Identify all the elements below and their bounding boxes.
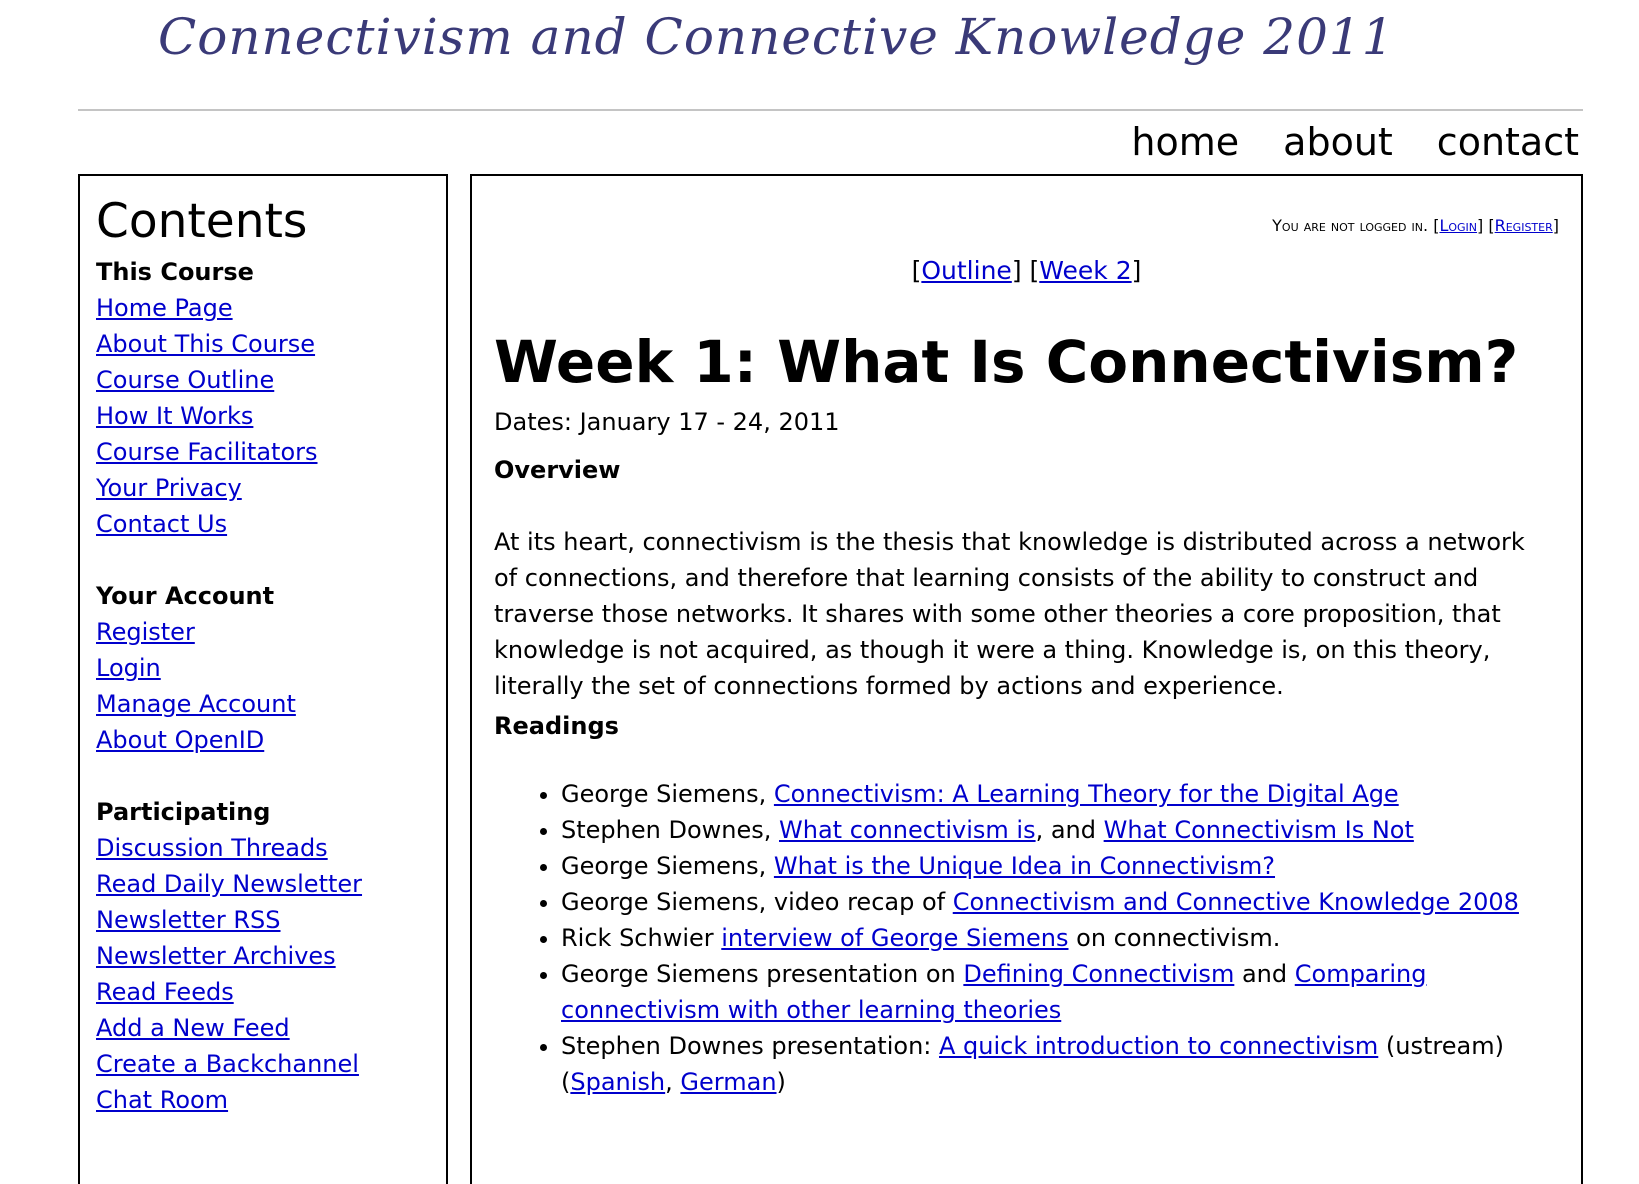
sidebar-link-how-it-works[interactable]: How It Works	[96, 398, 446, 434]
page-title: Week 1: What Is Connectivism?	[494, 328, 1519, 396]
login-status: You are not logged in. [Login] [Register…	[1272, 216, 1559, 235]
sidebar-section-title: Your Account	[96, 582, 275, 610]
readings-heading: Readings	[494, 712, 619, 740]
overview-text: At its heart, connectivism is the thesis…	[494, 528, 1525, 700]
sidebar: Contents This Course Home Page About Thi…	[78, 174, 448, 1184]
site-banner: Connectivism and Connective Knowledge 20…	[158, 8, 1395, 66]
reading-link[interactable]: Spanish	[570, 1068, 665, 1096]
next-week-link[interactable]: Week 2	[1039, 256, 1131, 285]
sidebar-link-add-feed[interactable]: Add a New Feed	[96, 1010, 446, 1046]
list-item: Stephen Downes, What connectivism is, an…	[561, 812, 1581, 848]
reading-link[interactable]: A quick introduction to connectivism	[939, 1032, 1378, 1060]
course-dates: Dates: January 17 - 24, 2011	[494, 408, 840, 436]
sidebar-link-course-outline[interactable]: Course Outline	[96, 362, 446, 398]
outline-link[interactable]: Outline	[921, 256, 1011, 285]
sidebar-link-home-page[interactable]: Home Page	[96, 290, 446, 326]
login-status-text: You are not logged in.	[1272, 216, 1429, 235]
sidebar-link-backchannel[interactable]: Create a Backchannel	[96, 1046, 446, 1082]
sidebar-link-discussion-threads[interactable]: Discussion Threads	[96, 830, 446, 866]
register-link[interactable]: Register	[1495, 216, 1553, 235]
list-item: George Siemens, video recap of Connectiv…	[561, 884, 1581, 920]
sidebar-link-chat-room[interactable]: Chat Room	[96, 1082, 446, 1118]
list-item: George Siemens, Connectivism: A Learning…	[561, 776, 1581, 812]
reading-link[interactable]: Defining Connectivism	[963, 960, 1234, 988]
sidebar-link-about-openid[interactable]: About OpenID	[96, 722, 446, 758]
list-item: George Siemens, What is the Unique Idea …	[561, 848, 1581, 884]
nav-about-link[interactable]: about	[1283, 120, 1393, 164]
sidebar-link-read-feeds[interactable]: Read Feeds	[96, 974, 446, 1010]
list-item: George Siemens presentation on Defining …	[561, 956, 1581, 1028]
list-item: Rick Schwier interview of George Siemens…	[561, 920, 1581, 956]
sidebar-link-newsletter-archives[interactable]: Newsletter Archives	[96, 938, 446, 974]
sidebar-link-contact[interactable]: Contact Us	[96, 506, 446, 542]
sidebar-section-participating: Participating Discussion Threads Read Da…	[96, 794, 446, 1118]
sidebar-title: Contents	[96, 194, 308, 249]
sidebar-section-your-account: Your Account Register Login Manage Accou…	[96, 578, 446, 758]
sidebar-link-login[interactable]: Login	[96, 650, 446, 686]
sidebar-link-about-course[interactable]: About This Course	[96, 326, 446, 362]
reading-link[interactable]: What Connectivism Is Not	[1104, 816, 1414, 844]
sidebar-link-newsletter-rss[interactable]: Newsletter RSS	[96, 902, 446, 938]
sidebar-section-title: Participating	[96, 798, 271, 826]
sidebar-link-daily-newsletter[interactable]: Read Daily Newsletter	[96, 866, 446, 902]
nav-home-link[interactable]: home	[1131, 120, 1239, 164]
nav-contact-link[interactable]: contact	[1437, 120, 1579, 164]
reading-link[interactable]: What is the Unique Idea in Connectivism?	[774, 852, 1275, 880]
reading-link[interactable]: interview of George Siemens	[721, 924, 1068, 952]
reading-link[interactable]: What connectivism is	[779, 816, 1036, 844]
reading-link[interactable]: Connectivism: A Learning Theory for the …	[774, 780, 1399, 808]
sidebar-section-title: This Course	[96, 258, 254, 286]
sidebar-section-this-course: This Course Home Page About This Course …	[96, 254, 446, 542]
readings-list: George Siemens, Connectivism: A Learning…	[494, 776, 1581, 1100]
top-nav: home about contact	[1131, 120, 1579, 164]
reading-link[interactable]: German	[680, 1068, 776, 1096]
reading-link[interactable]: Connectivism and Connective Knowledge 20…	[953, 888, 1519, 916]
list-item: Stephen Downes presentation: A quick int…	[561, 1028, 1581, 1100]
sidebar-link-register[interactable]: Register	[96, 614, 446, 650]
sidebar-link-manage-account[interactable]: Manage Account	[96, 686, 446, 722]
overview-heading: Overview	[494, 456, 621, 484]
login-link[interactable]: Login	[1439, 216, 1477, 235]
sidebar-link-privacy[interactable]: Your Privacy	[96, 470, 446, 506]
week-pager: [Outline] [Week 2]	[911, 256, 1142, 285]
main-content: You are not logged in. [Login] [Register…	[470, 174, 1583, 1184]
sidebar-link-facilitators[interactable]: Course Facilitators	[96, 434, 446, 470]
banner-divider	[78, 109, 1583, 111]
